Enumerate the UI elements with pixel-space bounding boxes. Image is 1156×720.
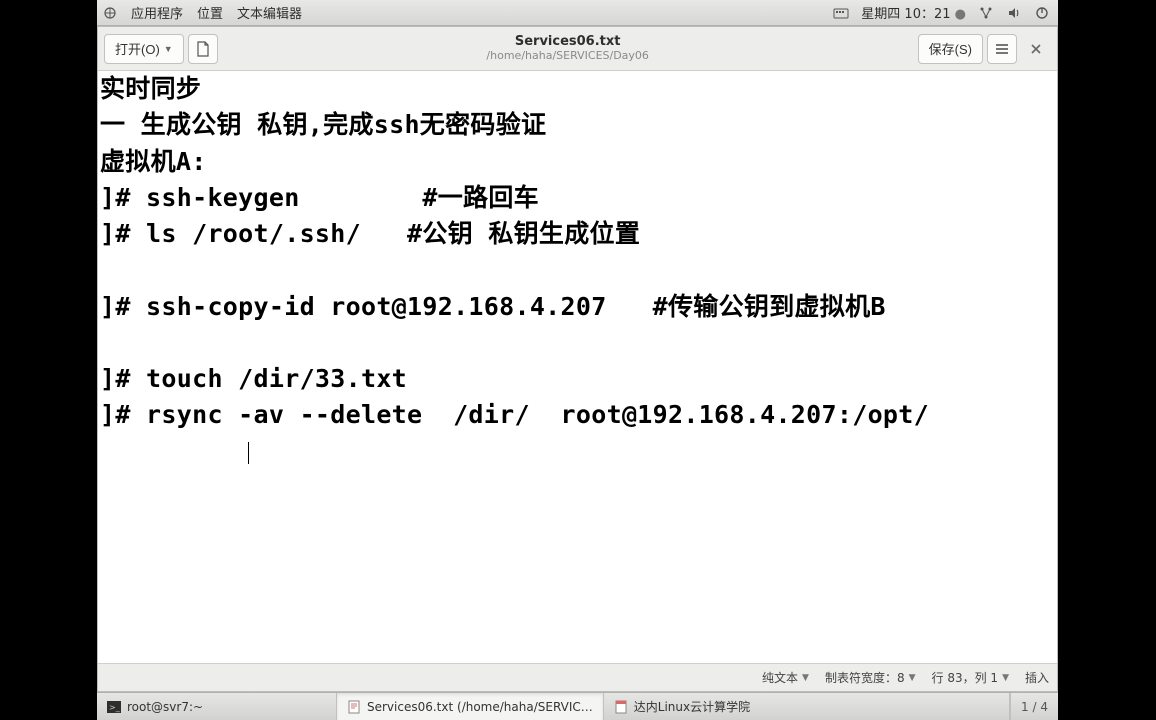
open-button[interactable]: 打开(O) ▼ [104, 34, 184, 64]
system-top-bar: 应用程序 位置 文本编辑器 星期四 10：21 ● [97, 0, 1058, 26]
chevron-down-icon: ▼ [909, 673, 916, 683]
syntax-selector[interactable]: 纯文本▼ [762, 669, 809, 686]
workspace-indicator[interactable]: 1 / 4 [1010, 693, 1058, 720]
clock[interactable]: 星期四 10：21 ● [861, 3, 966, 22]
text-editor-window: 打开(O) ▼ Services06.txt /home/haha/SERVIC… [97, 26, 1058, 692]
text-line: 虚拟机A: [100, 147, 207, 176]
text-line: ]# ssh-keygen #一路回车 [100, 183, 539, 212]
cursor-position[interactable]: 行 83，列 1▼ [932, 669, 1009, 686]
hamburger-menu-button[interactable] [987, 34, 1017, 64]
text-line: ]# ssh-copy-id root@192.168.4.207 #传输公钥到… [100, 292, 886, 321]
chevron-down-icon: ▼ [802, 673, 809, 683]
text-line: 实时同步 [100, 74, 201, 103]
menu-applications[interactable]: 应用程序 [131, 3, 183, 22]
power-icon[interactable] [1034, 5, 1050, 21]
accessibility-icon[interactable] [833, 5, 849, 21]
menu-places[interactable]: 位置 [197, 3, 223, 22]
taskbar-item-terminal[interactable]: >_ root@svr7:~ [97, 693, 337, 720]
editor-toolbar: 打开(O) ▼ Services06.txt /home/haha/SERVIC… [98, 27, 1057, 71]
text-cursor [248, 442, 249, 464]
tabwidth-selector[interactable]: 制表符宽度：8▼ [825, 669, 916, 686]
editor-content[interactable]: 实时同步 一 生成公钥 私钥,完成ssh无密码验证 虚拟机A: ]# ssh-k… [98, 71, 1057, 663]
text-line: 一 生成公钥 私钥,完成ssh无密码验证 [100, 110, 546, 139]
insert-mode: 插入 [1025, 669, 1049, 686]
new-document-button[interactable] [188, 34, 218, 64]
svg-text:>_: >_ [109, 703, 121, 712]
text-line: ]# touch /dir/33.txt [100, 364, 407, 393]
chevron-down-icon: ▼ [164, 44, 173, 54]
taskbar-item-browser[interactable]: 达内Linux云计算学院 [604, 693, 1010, 720]
close-button[interactable] [1021, 34, 1051, 64]
terminal-icon: >_ [107, 700, 121, 714]
document-title: Services06.txt [222, 35, 914, 49]
taskbar-item-editor[interactable]: Services06.txt (/home/haha/SERVIC… [337, 693, 604, 720]
bottom-taskbar: >_ root@svr7:~ Services06.txt (/home/hah… [97, 692, 1058, 720]
save-button[interactable]: 保存(S) [918, 34, 983, 64]
document-path: /home/haha/SERVICES/Day06 [222, 50, 914, 62]
title-area: Services06.txt /home/haha/SERVICES/Day06 [222, 35, 914, 61]
chevron-down-icon: ▼ [1002, 673, 1009, 683]
network-icon[interactable] [978, 5, 994, 21]
text-line: ]# rsync -av --delete /dir/ root@192.168… [100, 400, 929, 429]
menu-current-app[interactable]: 文本编辑器 [237, 3, 302, 22]
document-icon [614, 700, 628, 714]
text-editor-icon [347, 700, 361, 714]
text-line: ]# ls /root/.ssh/ #公钥 私钥生成位置 [100, 219, 640, 248]
activities-icon[interactable] [103, 6, 117, 20]
volume-icon[interactable] [1006, 5, 1022, 21]
editor-statusbar: 纯文本▼ 制表符宽度：8▼ 行 83，列 1▼ 插入 [98, 663, 1057, 691]
